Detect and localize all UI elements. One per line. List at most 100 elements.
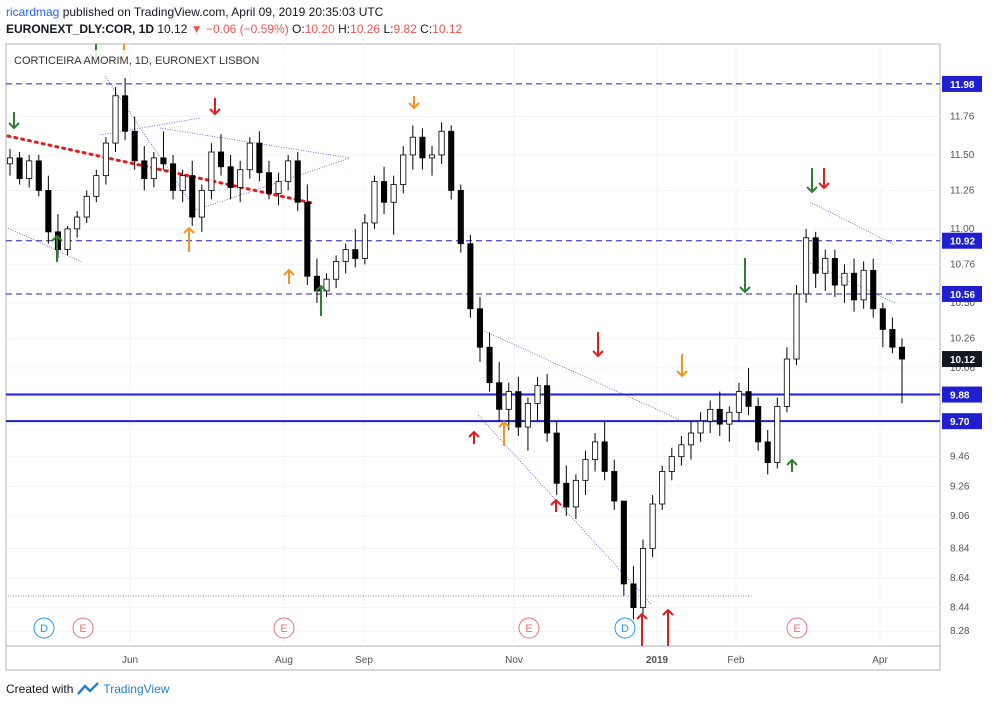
candle-body	[419, 136, 426, 159]
candle-body	[524, 403, 531, 428]
candle-body	[35, 160, 42, 191]
candle-body	[659, 471, 666, 505]
candle-body	[457, 190, 464, 245]
candle-body	[102, 142, 109, 177]
candle-body	[208, 151, 215, 191]
candle-body	[83, 195, 90, 218]
tradingview-logo-icon	[77, 682, 100, 695]
candle-body	[793, 293, 800, 360]
candle-body	[889, 329, 896, 348]
candle-body	[381, 181, 388, 203]
candle-body	[898, 346, 906, 360]
candle-body	[217, 151, 225, 168]
candle-body	[160, 157, 167, 165]
candle-body	[870, 269, 877, 310]
candle-body	[45, 190, 52, 233]
footer: Created with TradingView	[6, 682, 169, 696]
y-tick-label: 9.46	[950, 452, 970, 463]
candle-body	[697, 420, 704, 434]
candle-body	[294, 160, 301, 203]
candle-body	[745, 391, 752, 407]
event-marker-label: E	[280, 623, 287, 635]
candle-body	[285, 160, 292, 182]
level-tag-label: 9.70	[950, 417, 970, 428]
candle-body	[131, 130, 138, 162]
candle-body	[611, 471, 618, 502]
candle-body	[505, 391, 512, 410]
candle-body	[400, 154, 407, 185]
candle-body	[304, 201, 311, 277]
x-tick-label: Aug	[275, 655, 293, 666]
candle-body	[198, 190, 205, 218]
candle-body	[687, 432, 695, 446]
candle-body	[726, 411, 733, 425]
last-price-tag-label: 10.12	[950, 355, 975, 366]
event-marker-label: D	[621, 623, 629, 635]
candle-body	[93, 175, 100, 197]
candle-body	[553, 432, 560, 484]
candle-body	[851, 272, 858, 301]
candle-body	[179, 175, 186, 191]
candle-body	[601, 441, 608, 472]
event-marker-label: E	[525, 623, 532, 635]
candle-body	[265, 172, 273, 194]
x-tick-label: Feb	[727, 655, 745, 666]
candle-body	[774, 405, 781, 463]
candle-body	[112, 95, 119, 144]
candle-body	[668, 456, 675, 472]
candle-body	[678, 444, 685, 458]
y-tick-label: 8.44	[950, 603, 970, 614]
candle-body	[572, 479, 579, 508]
candle-body	[803, 237, 810, 295]
candle-body	[409, 136, 416, 156]
candle-body	[333, 261, 340, 280]
candle-body	[812, 237, 819, 274]
price-chart[interactable]: D E E E D E CORTICEIRA AMORIM, 1D, EURONEXT L…	[0, 0, 993, 708]
candle-body	[649, 503, 656, 549]
y-tick-label: 10.76	[950, 259, 975, 270]
chart-title: CORTICEIRA AMORIM, 1D, EURONEXT LISBON	[14, 55, 259, 67]
candle-body	[544, 385, 551, 434]
candle-body	[764, 441, 771, 463]
candle-body	[755, 405, 762, 443]
candle-body	[630, 583, 637, 608]
tradingview-brand-link[interactable]: TradingView	[103, 682, 169, 696]
candle-body	[879, 308, 886, 330]
candle-body	[246, 142, 253, 171]
candle-body	[122, 95, 129, 132]
candle-body	[592, 441, 599, 461]
candle-body	[6, 157, 14, 165]
level-tag-label: 9.88	[950, 391, 970, 402]
level-tag-label: 11.98	[950, 80, 975, 91]
y-tick-label: 10.26	[950, 333, 975, 344]
candle-body	[783, 358, 790, 407]
candle-body	[735, 391, 742, 413]
y-tick-label: 9.26	[950, 481, 970, 492]
candle-body	[860, 269, 867, 301]
candle-body	[150, 157, 157, 179]
price-axis: 11.7611.5011.2611.0010.7610.5010.2610.06…	[950, 111, 975, 637]
candle-body	[467, 243, 474, 310]
candle-body	[476, 308, 484, 348]
candle-body	[620, 500, 627, 585]
candle-body	[831, 258, 838, 286]
candle-body	[448, 130, 455, 191]
event-marker-label: D	[40, 623, 48, 635]
candle-body	[639, 547, 647, 608]
level-tag-label: 10.92	[950, 237, 975, 248]
candle-body	[275, 181, 282, 194]
candle-body	[841, 272, 848, 286]
candle-body	[515, 391, 522, 428]
candle-body	[707, 408, 714, 422]
candle-body	[227, 166, 234, 188]
candle-body	[26, 160, 33, 179]
candle-body	[16, 157, 23, 179]
candle-body	[170, 163, 177, 191]
event-marker-label: E	[79, 623, 86, 635]
created-with-text: Created with	[6, 682, 74, 696]
y-tick-label: 8.64	[950, 573, 970, 584]
candle-body	[64, 228, 71, 250]
x-tick-label: Apr	[872, 655, 888, 666]
candle-body	[371, 181, 378, 224]
candle-body	[189, 175, 196, 218]
